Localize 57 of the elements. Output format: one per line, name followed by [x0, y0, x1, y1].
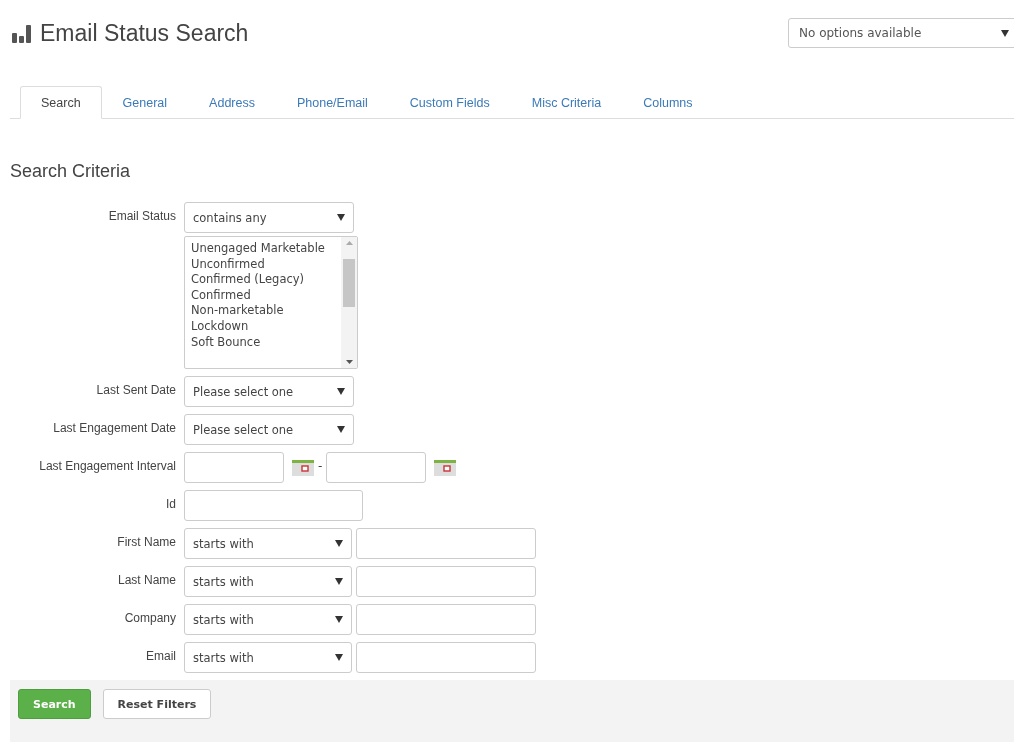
date-field[interactable]	[184, 452, 284, 483]
dropdown[interactable]: starts with	[184, 604, 352, 635]
field-label: Last Sent Date	[95, 382, 176, 397]
field-label: First Name	[116, 534, 176, 549]
tab[interactable]: General	[101, 86, 189, 119]
page-title: Email Status Search	[40, 19, 249, 47]
field-label: Last Name	[116, 572, 176, 587]
input-field[interactable]	[356, 642, 536, 673]
list-option[interactable]: Unengaged Marketable	[191, 241, 341, 257]
caret-icon	[337, 426, 345, 433]
dropdown[interactable]: Please select one	[184, 376, 354, 407]
tab[interactable]: Phone/Email	[275, 86, 389, 119]
input-field[interactable]	[356, 566, 536, 597]
section-title: Search Criteria	[10, 161, 132, 182]
input-field[interactable]	[356, 528, 536, 559]
field-label: Company	[123, 610, 176, 625]
tab[interactable]: Address	[188, 86, 276, 119]
status-listbox[interactable]: Unengaged Marketable Unconfirmed Confirmed (Legacy) Confirmed Non-marketable Lockdown Soft Bounce	[184, 236, 358, 369]
caret-icon	[335, 540, 343, 547]
calendar-icon[interactable]	[434, 460, 457, 476]
scrollbar[interactable]	[341, 237, 357, 368]
dropdown[interactable]: Please select one	[184, 414, 354, 445]
reset-button[interactable]: Reset Filters	[102, 689, 212, 719]
list-option[interactable]: Confirmed	[191, 287, 341, 304]
calendar-icon[interactable]	[292, 460, 314, 476]
field-label: Last Engagement Interval	[38, 458, 176, 473]
tab[interactable]: Columns	[622, 86, 714, 119]
list-option[interactable]: Lockdown	[191, 318, 341, 335]
range-separator: -	[318, 458, 323, 473]
field-label: Email Status	[107, 208, 176, 223]
dropdown[interactable]: starts with	[184, 642, 352, 673]
dropdown[interactable]: starts with	[184, 528, 352, 559]
scroll-down-icon[interactable]	[345, 360, 353, 364]
caret-icon	[335, 616, 343, 623]
date-field[interactable]	[326, 452, 427, 483]
tab[interactable]: Misc Criteria	[510, 86, 623, 119]
options-dropdown[interactable]: No options available	[788, 18, 1014, 48]
input-field[interactable]	[184, 490, 363, 521]
list-option[interactable]: Soft Bounce	[191, 334, 341, 351]
tab[interactable]: Search	[20, 86, 102, 119]
list-option[interactable]: Unconfirmed	[191, 256, 341, 273]
scroll-up-icon[interactable]	[345, 241, 353, 245]
dropdown[interactable]: starts with	[184, 566, 352, 597]
caret-icon	[335, 654, 343, 661]
tab[interactable]: Custom Fields	[388, 86, 511, 119]
list-option[interactable]: Confirmed (Legacy)	[191, 272, 341, 288]
list-option[interactable]: Non-marketable	[191, 303, 341, 319]
field-label: Email	[145, 648, 176, 663]
bar-chart-icon	[12, 23, 32, 43]
field-label: Last Engagement Date	[52, 420, 176, 435]
caret-icon	[335, 578, 343, 585]
caret-icon	[337, 388, 345, 395]
caret-icon	[337, 214, 345, 221]
dropdown[interactable]: contains any	[184, 202, 354, 233]
caret-icon	[1001, 29, 1009, 37]
input-field[interactable]	[356, 604, 536, 635]
field-label: Id	[165, 496, 176, 511]
